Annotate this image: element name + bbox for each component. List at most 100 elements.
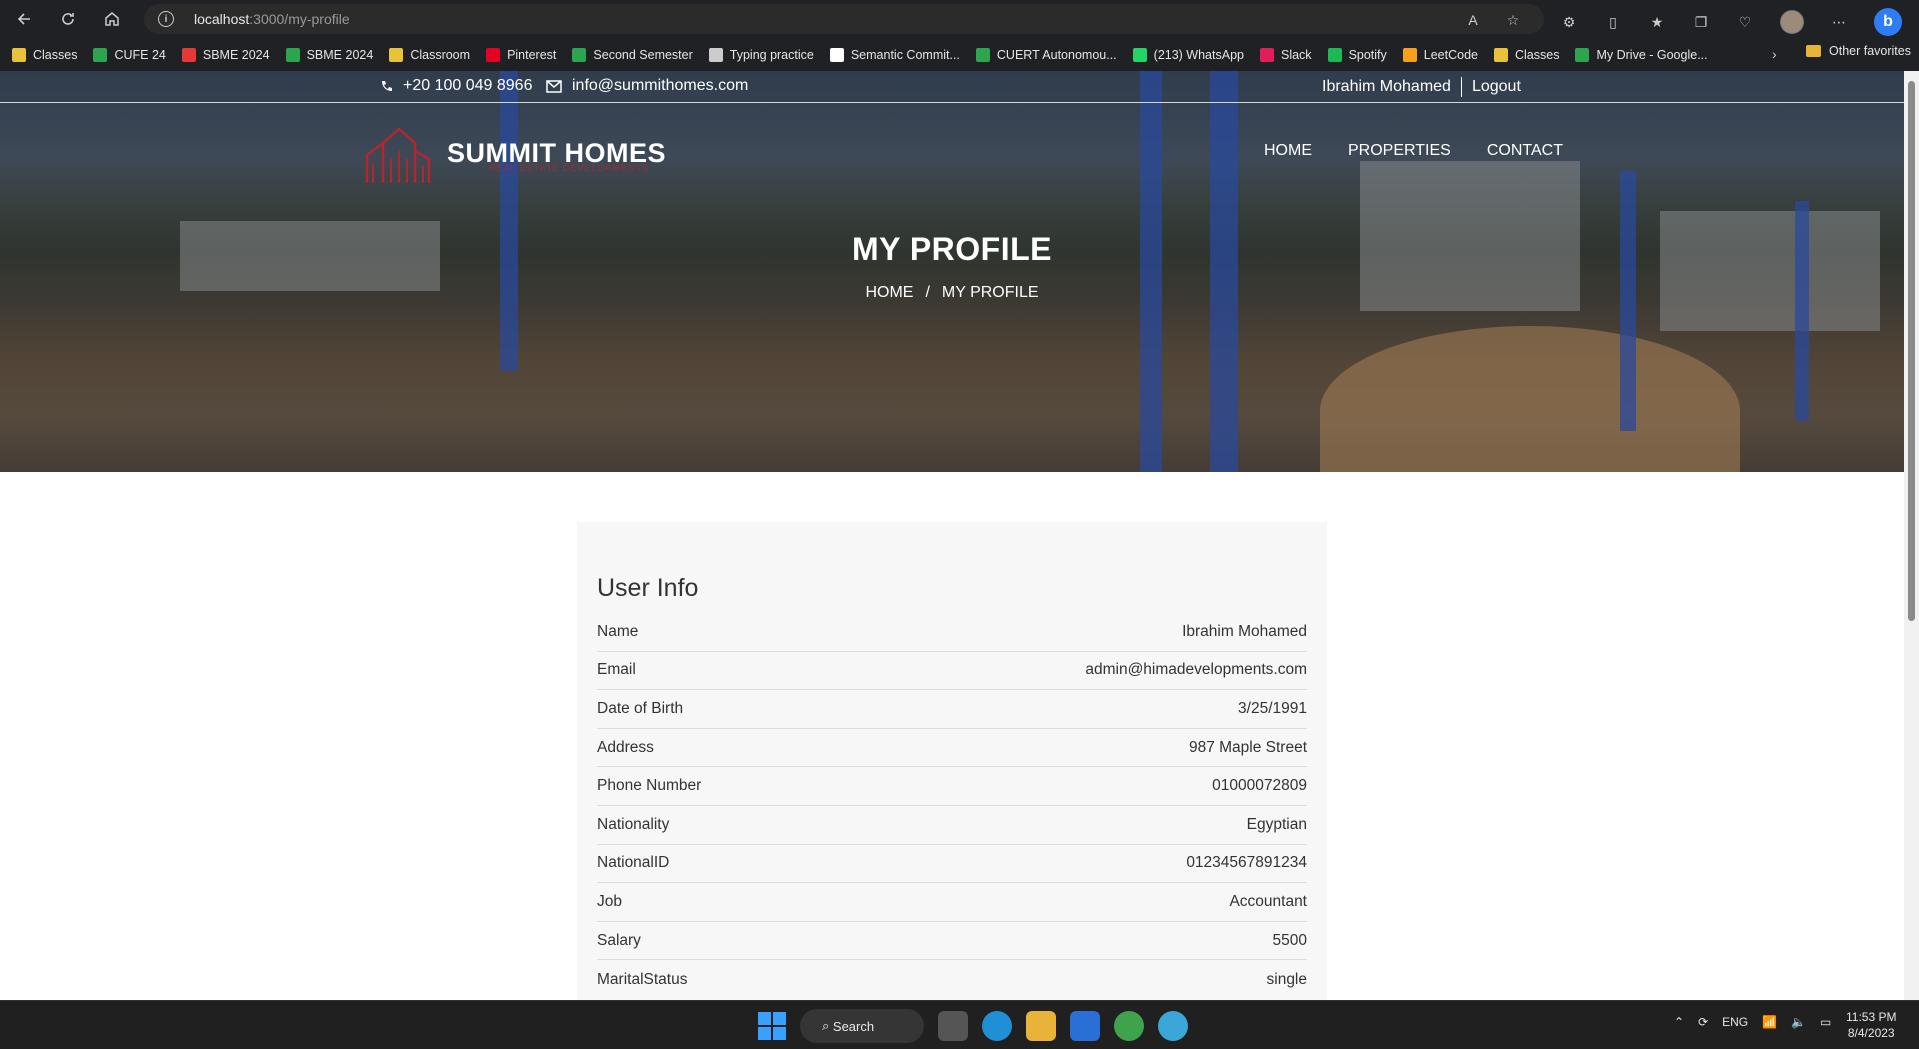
bookmark-favicon-icon [975,47,990,62]
brand-tagline: REAL ESTATE DEVELOPMENTS [489,163,649,173]
info-label: Phone Number [597,777,702,795]
taskbar-search[interactable]: ⌕ Search [800,1009,924,1043]
info-value: 987 Maple Street [1188,738,1307,756]
info-value: admin@himadevelopments.com [1085,661,1307,679]
info-value: Accountant [1229,892,1307,910]
system-clock[interactable]: 11:53 PM 8/4/2023 [1846,1009,1896,1041]
bookmark-item[interactable]: Classes [12,47,78,62]
bookmark-item[interactable]: Typing practice [708,47,814,62]
page-scrollbar[interactable] [1904,71,1919,1000]
url-text[interactable]: localhost:3000/my-profile [194,11,350,27]
language-indicator[interactable]: ENG [1722,1015,1748,1029]
url-path: :3000/my-profile [249,11,350,27]
bookmark-label: Classes [33,47,78,62]
user-info-card: User Info Name Ibrahim Mohamed Email admin@… [577,522,1327,1000]
back-button[interactable] [8,3,40,35]
bing-copilot-icon[interactable]: b [1874,8,1902,36]
bookmark-item[interactable]: My Drive - Google... [1575,47,1708,62]
bookmark-item[interactable]: Classroom [389,47,470,62]
bookmark-item[interactable]: (213) WhatsApp [1132,47,1244,62]
info-value: single [1266,970,1308,988]
wifi-icon[interactable]: 📶 [1762,1015,1777,1029]
bookmark-item[interactable]: SBME 2024 [181,47,270,62]
background-pole [1140,71,1162,472]
extensions-icon[interactable]: ⚙ [1560,13,1578,31]
user-area: Ibrahim Mohamed Logout [1322,77,1521,97]
bookmark-item[interactable]: Slack [1259,47,1312,62]
scrollbar-thumb[interactable] [1908,81,1915,621]
chevron-right-icon[interactable]: › [1772,46,1777,62]
bookmark-favicon-icon [1575,47,1590,62]
refresh-button[interactable] [52,3,84,35]
user-name-link[interactable]: Ibrahim Mohamed [1322,78,1451,96]
app-icon[interactable] [1114,1011,1144,1041]
logout-link[interactable]: Logout [1472,78,1521,96]
more-menu-icon[interactable]: ⋯ [1830,13,1848,31]
webstorm-icon[interactable] [1070,1011,1100,1041]
windows-start-icon[interactable] [758,1012,786,1040]
info-row: Nationality Egyptian [597,806,1307,845]
bookmark-label: Typing practice [729,47,814,62]
info-row: Address 987 Maple Street [597,729,1307,768]
collections-icon[interactable]: ❐ [1692,13,1710,31]
email-contact[interactable]: info@summithomes.com [546,77,748,95]
info-value: Egyptian [1246,815,1307,833]
app-icon[interactable] [1158,1011,1188,1041]
favorite-star-icon[interactable]: ☆ [1504,11,1522,29]
info-row: Name Ibrahim Mohamed [597,613,1307,652]
favorites-icon[interactable]: ★ [1648,13,1666,31]
menu-properties[interactable]: PROPERTIES [1348,142,1451,160]
menu-contact[interactable]: CONTACT [1487,142,1563,160]
bookmark-item[interactable]: Semantic Commit... [829,47,960,62]
clock-time: 11:53 PM [1846,1010,1897,1024]
bookmark-favicon-icon [1402,47,1417,62]
battery-icon[interactable]: ▭ [1820,1015,1831,1029]
clock-date: 8/4/2023 [1847,1026,1895,1040]
info-row: MaritalStatus single [597,960,1307,999]
bookmark-item[interactable]: Classes [1494,47,1559,62]
background-house [1660,211,1880,331]
main-menu: HOME PROPERTIES CONTACT [1264,142,1563,160]
info-label: MaritalStatus [597,970,688,988]
bookmark-item[interactable]: LeetCode [1402,47,1478,62]
read-aloud-icon[interactable]: A [1464,11,1482,29]
phone-contact[interactable]: +20 100 049 8966 [380,77,532,95]
background-pole [1210,71,1238,472]
breadcrumb-home[interactable]: HOME [865,284,913,301]
bookmark-item[interactable]: Pinterest [486,47,556,62]
profile-avatar[interactable] [1780,10,1804,34]
bookmark-item[interactable]: Spotify [1327,47,1387,62]
volume-icon[interactable]: 🔈 [1791,1015,1806,1029]
bookmark-item[interactable]: CUFE 24 [93,47,166,62]
brand-logo[interactable]: SUMMIT HOMES REAL ESTATE DEVELOPMENTS [365,121,666,185]
info-label: Address [597,738,654,756]
split-screen-icon[interactable]: ▯ [1604,13,1622,31]
update-icon[interactable]: ⟳ [1698,1015,1708,1029]
bookmark-favicon-icon [1494,47,1508,62]
performance-icon[interactable]: ♡ [1736,13,1754,31]
site-info-icon[interactable]: i [158,11,174,27]
hero-banner: +20 100 049 8966 info@summithomes.com Ib… [0,71,1904,472]
bookmark-item[interactable]: Second Semester [572,47,693,62]
task-view-icon[interactable] [938,1011,968,1041]
menu-home[interactable]: HOME [1264,142,1312,160]
breadcrumb-separator: / [925,284,930,301]
phone-icon [382,80,392,91]
page-title: MY PROFILE [852,231,1052,267]
home-button[interactable] [96,3,128,35]
other-favorites-folder[interactable]: Other favorites [1806,44,1911,58]
bookmark-item[interactable]: SBME 2024 [285,47,373,62]
edge-browser-icon[interactable] [982,1011,1012,1041]
address-bar[interactable]: i localhost:3000/my-profile A ☆ [144,4,1544,34]
home-icon [105,12,119,26]
toolbar-icons: ⚙ ▯ ★ ❐ ♡ ⋯ b [1560,8,1902,36]
info-row: NationalID 01234567891234 [597,845,1307,884]
info-row: Date of Birth 3/25/1991 [597,690,1307,729]
phone-number: +20 100 049 8966 [403,77,533,94]
refresh-icon [62,13,74,25]
other-favorites-label: Other favorites [1829,44,1911,58]
file-explorer-icon[interactable] [1026,1011,1056,1041]
bookmark-label: CUFE 24 [114,47,166,62]
bookmark-item[interactable]: CUERT Autonomou... [975,47,1117,62]
chevron-up-icon[interactable]: ⌃ [1674,1015,1684,1029]
